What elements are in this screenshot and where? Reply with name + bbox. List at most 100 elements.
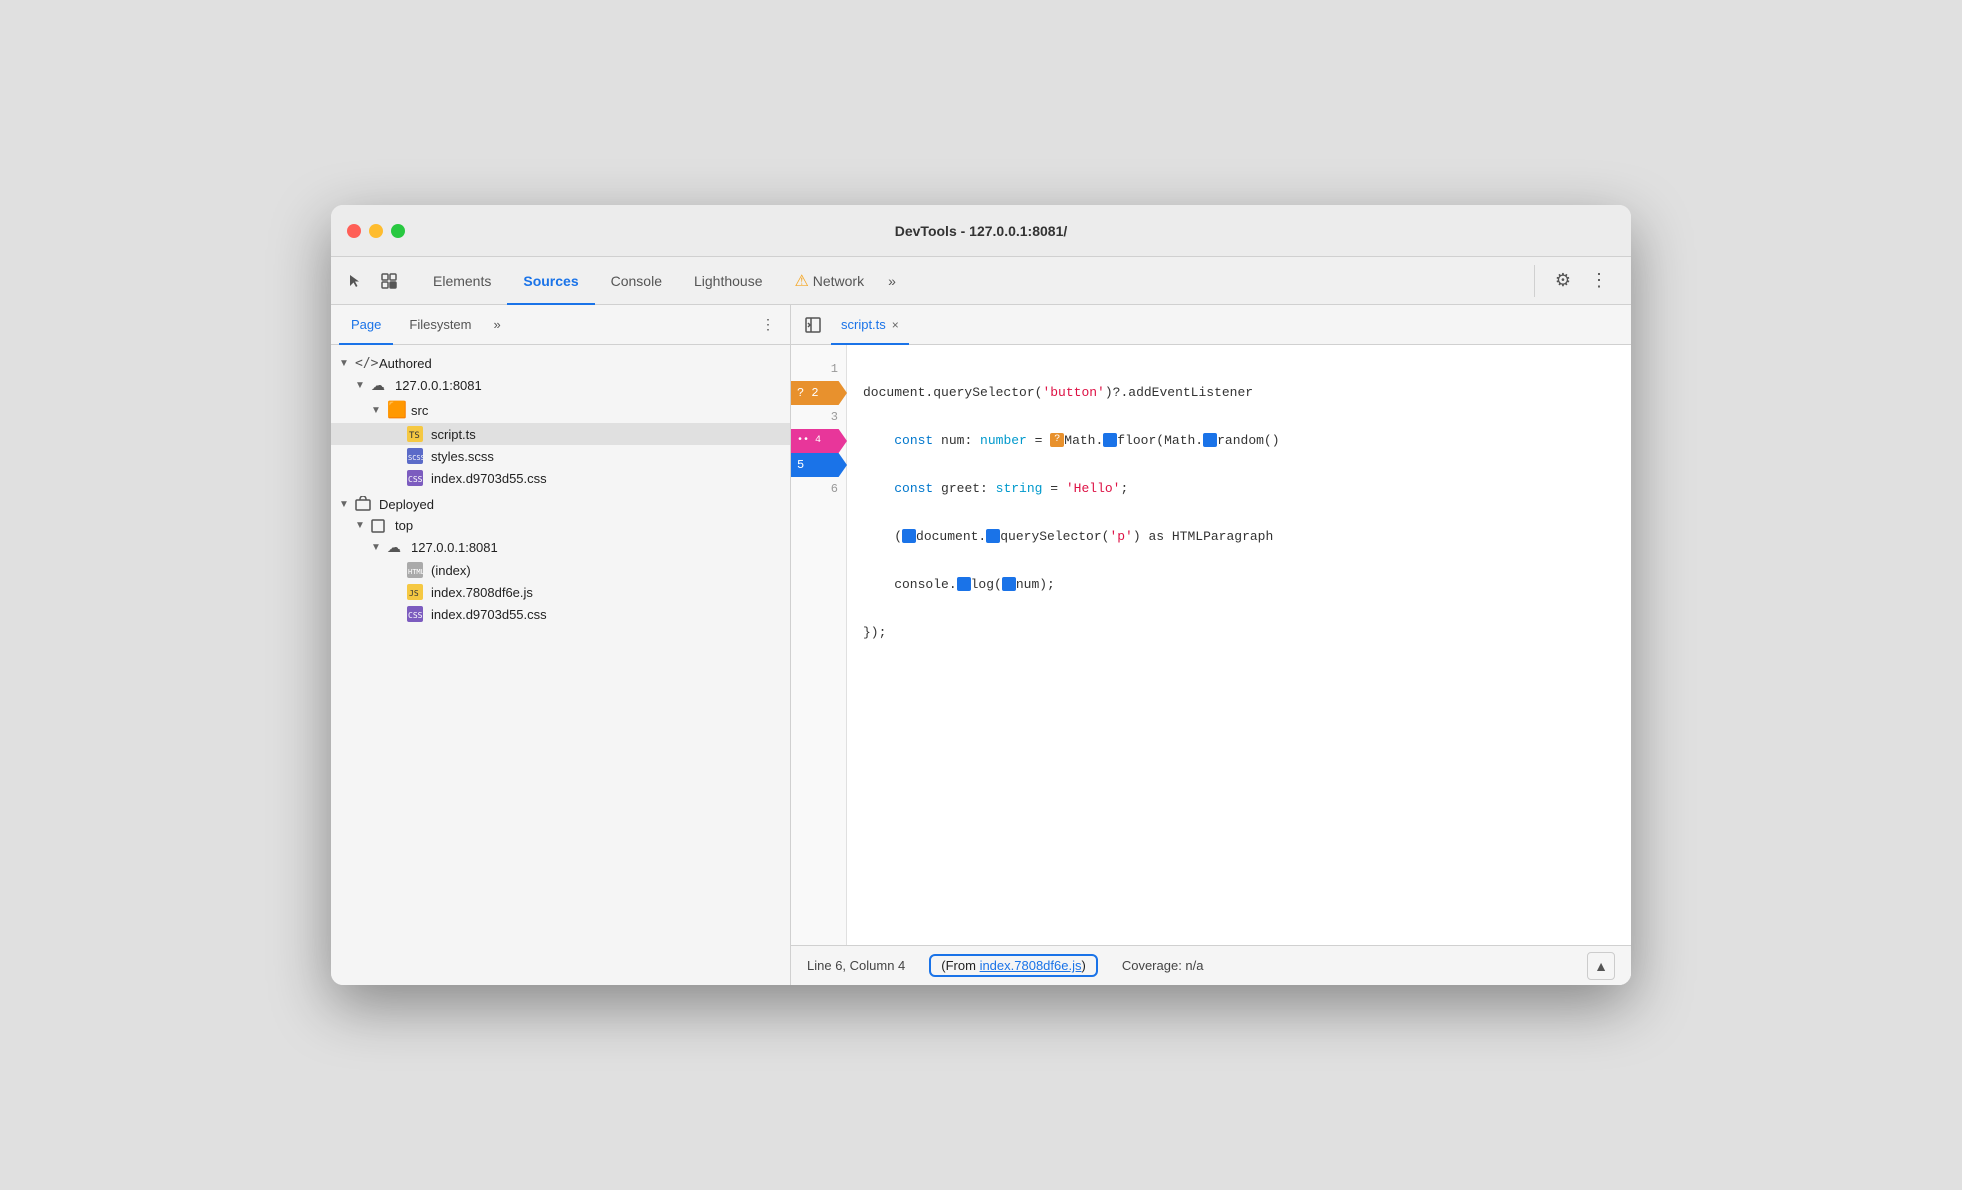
inspector-icon[interactable]	[373, 265, 405, 297]
tree-item-server1[interactable]: ▼ ☁ 127.0.0.1:8081	[331, 374, 790, 397]
tree-item-styles-scss[interactable]: ▶ SCSS styles.scss	[331, 445, 790, 467]
svg-text:CSS: CSS	[408, 475, 423, 484]
code-line-3: const greet: string = 'Hello';	[863, 477, 1615, 501]
right-panel: script.ts × 1 ? 2	[791, 305, 1631, 985]
tab-lighthouse[interactable]: Lighthouse	[678, 258, 779, 305]
source-link[interactable]: index.7808df6e.js	[980, 958, 1082, 973]
tree-label: styles.scss	[431, 449, 494, 464]
maximize-button[interactable]	[391, 224, 405, 238]
tree-item-top[interactable]: ▼ top	[331, 515, 790, 536]
code-line-2: const num: number = ?Math.floor(Math.ran…	[863, 429, 1615, 453]
tree-item-src[interactable]: ▼ 🟧 src	[331, 397, 790, 423]
source-map-info: (From index.7808df6e.js)	[929, 954, 1098, 977]
tree-label: Deployed	[379, 497, 434, 512]
tab-network[interactable]: ⚠ Network	[779, 258, 881, 305]
tab-elements[interactable]: Elements	[417, 258, 507, 305]
tree-label: index.d9703d55.css	[431, 471, 547, 486]
close-button[interactable]	[347, 224, 361, 238]
devtools-window: DevTools - 127.0.0.1:8081/ Elements Sour…	[331, 205, 1631, 985]
breakpoint-question-badge[interactable]: ? 2	[791, 381, 847, 405]
tree-label: script.ts	[431, 427, 476, 442]
breakpoint-dot-badge[interactable]: •• 4	[791, 429, 847, 453]
tab-more[interactable]: »	[880, 257, 904, 304]
settings-icon[interactable]: ⚙	[1547, 265, 1579, 297]
tree-arrow: ▼	[371, 542, 387, 553]
cursor-position: Line 6, Column 4	[807, 958, 905, 973]
editor-tab-label: script.ts	[841, 317, 886, 332]
tree-item-server2[interactable]: ▼ ☁ 127.0.0.1:8081	[331, 536, 790, 559]
editor-tabs: script.ts ×	[791, 305, 1631, 345]
breakpoint-blue-badge[interactable]: 5	[791, 453, 847, 477]
sub-tab-filesystem[interactable]: Filesystem	[397, 306, 483, 345]
code-line-4: (document.querySelector('p') as HTMLPara…	[863, 525, 1615, 549]
sub-tab-page[interactable]: Page	[339, 306, 393, 345]
cursor-icon[interactable]	[339, 265, 371, 297]
svg-text:CSS: CSS	[408, 611, 423, 620]
network-warning-icon: ⚠	[795, 271, 809, 291]
line-numbers: 1 ? 2 3 •• 4	[791, 345, 847, 945]
css-file-icon: CSS	[407, 470, 427, 486]
line-num-3: 3	[791, 405, 846, 429]
code-area: 1 ? 2 3 •• 4	[791, 345, 1631, 945]
js-file-icon: JS	[407, 584, 427, 600]
line-num-4: •• 4	[791, 429, 846, 453]
left-panel: Page Filesystem » ⋮ ▼ </> Authored	[331, 305, 791, 985]
tree-item-index-css1[interactable]: ▶ CSS index.d9703d55.css	[331, 467, 790, 489]
html-file-icon: HTML	[407, 562, 427, 578]
cloud-icon: ☁	[387, 539, 407, 556]
tree-label: Authored	[379, 356, 432, 371]
folder-icon: 🟧	[387, 400, 407, 420]
code-content[interactable]: document.querySelector('button')?.addEve…	[847, 345, 1631, 945]
tree-arrow: ▼	[339, 358, 355, 369]
svg-text:HTML: HTML	[408, 568, 423, 576]
tree-arrow: ▼	[371, 405, 387, 416]
svg-text:SCSS: SCSS	[408, 454, 423, 462]
line-num-2: ? 2	[791, 381, 846, 405]
coverage-info: Coverage: n/a	[1122, 958, 1204, 973]
file-tree: ▼ </> Authored ▼ ☁ 127.0.0.1:8081 ▼ 🟧 sr…	[331, 345, 790, 985]
titlebar: DevTools - 127.0.0.1:8081/	[331, 205, 1631, 257]
tab-sources[interactable]: Sources	[507, 258, 594, 305]
more-icon[interactable]: ⋮	[1583, 265, 1615, 297]
code-line-1: document.querySelector('button')?.addEve…	[863, 381, 1615, 405]
window-title: DevTools - 127.0.0.1:8081/	[895, 223, 1068, 239]
tree-label: top	[395, 518, 413, 533]
source-prefix: (From	[941, 958, 979, 973]
tree-label: 127.0.0.1:8081	[411, 540, 498, 555]
sub-tab-more[interactable]: »	[488, 317, 507, 332]
line-num-6: 6	[791, 477, 846, 501]
tree-item-authored[interactable]: ▼ </> Authored	[331, 353, 790, 374]
tree-label: index.d9703d55.css	[431, 607, 547, 622]
coverage-icon-btn[interactable]: ▲	[1587, 952, 1615, 980]
tree-label: 127.0.0.1:8081	[395, 378, 482, 393]
minimize-button[interactable]	[369, 224, 383, 238]
cloud-icon: ☁	[371, 377, 391, 394]
code-line-5: console.log(num);	[863, 573, 1615, 597]
panel-options-icon[interactable]: ⋮	[754, 311, 782, 339]
tree-item-script-ts[interactable]: ▶ TS script.ts	[331, 423, 790, 445]
toolbar-icons	[339, 265, 405, 297]
main-toolbar: Elements Sources Console Lighthouse ⚠ Ne…	[331, 257, 1631, 305]
tree-item-index-js[interactable]: ▶ JS index.7808df6e.js	[331, 581, 790, 603]
editor-tab-close[interactable]: ×	[892, 318, 899, 332]
source-suffix: )	[1081, 958, 1085, 973]
tab-list: Elements Sources Console Lighthouse ⚠ Ne…	[417, 257, 1530, 304]
tree-item-deployed[interactable]: ▼ Deployed	[331, 493, 790, 515]
tab-console[interactable]: Console	[595, 258, 678, 305]
ts-file-icon: TS	[407, 426, 427, 442]
editor-tab-script-ts[interactable]: script.ts ×	[831, 306, 909, 345]
main-content: Page Filesystem » ⋮ ▼ </> Authored	[331, 305, 1631, 985]
tree-item-index-html[interactable]: ▶ HTML (index)	[331, 559, 790, 581]
show-navigator-icon[interactable]	[799, 311, 827, 339]
tree-label: (index)	[431, 563, 471, 578]
tree-arrow: ▼	[355, 380, 371, 391]
scss-file-icon: SCSS	[407, 448, 427, 464]
tree-label: src	[411, 403, 428, 418]
status-bar: Line 6, Column 4 (From index.7808df6e.js…	[791, 945, 1631, 985]
tree-item-index-css2[interactable]: ▶ CSS index.d9703d55.css	[331, 603, 790, 625]
svg-text:TS: TS	[409, 431, 420, 441]
code-line-6: });	[863, 621, 1615, 645]
toolbar-right: ⚙ ⋮	[1534, 265, 1623, 297]
deployed-icon	[355, 496, 375, 512]
tree-label: index.7808df6e.js	[431, 585, 533, 600]
